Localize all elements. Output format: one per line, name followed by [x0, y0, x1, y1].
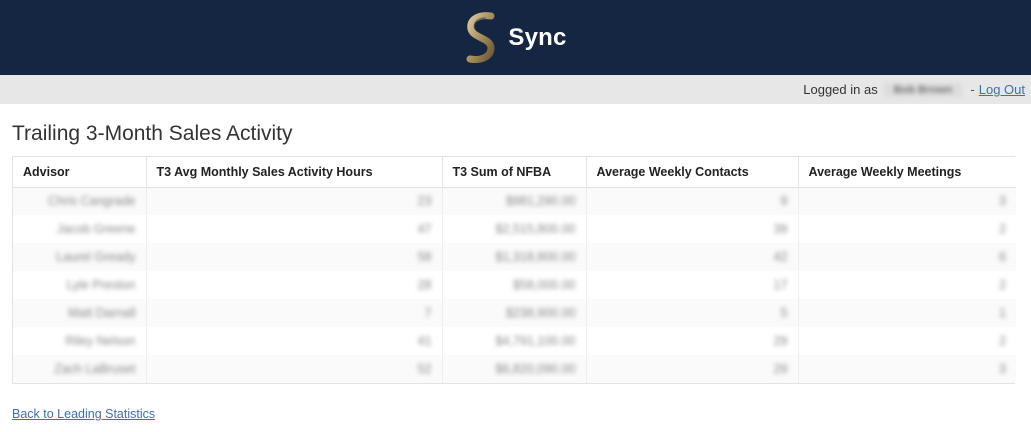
- table-header-row: Advisor T3 Avg Monthly Sales Activity Ho…: [13, 157, 1016, 188]
- table-row: Lyle Preston 28 $58,000.00 17 2: [13, 271, 1016, 299]
- column-header-nfba[interactable]: T3 Sum of NFBA: [442, 157, 587, 188]
- brand-name: Sync: [508, 23, 567, 51]
- weekly-contacts-cell: 9: [586, 187, 799, 215]
- table-row: Laurel Gready 58 $1,318,800.00 42 6: [13, 243, 1016, 271]
- logout-link[interactable]: Log Out: [979, 82, 1025, 97]
- username: Bob Brown: [883, 82, 963, 97]
- nfba-cell: $2,515,800.00: [442, 215, 587, 243]
- weekly-contacts-cell: 39: [586, 215, 799, 243]
- weekly-contacts-cell: 29: [586, 355, 799, 383]
- activity-hours-cell: 47: [146, 215, 443, 243]
- weekly-meetings-cell: 1: [798, 299, 1016, 327]
- logged-in-label: Logged in as: [803, 82, 878, 97]
- user-bar: Logged in as Bob Brown - Log Out: [0, 75, 1031, 104]
- nfba-cell: $4,791,100.00: [442, 327, 587, 355]
- weekly-contacts-cell: 42: [586, 243, 799, 271]
- advisor-cell: Lyle Preston: [13, 271, 147, 299]
- nfba-cell: $1,318,800.00: [442, 243, 587, 271]
- weekly-meetings-cell: 2: [798, 215, 1016, 243]
- nfba-cell: $981,290.00: [442, 187, 587, 215]
- table-row: Chris Cangrade 23 $981,290.00 9 3: [13, 187, 1016, 215]
- column-header-weekly-meetings[interactable]: Average Weekly Meetings: [798, 157, 1016, 188]
- weekly-meetings-cell: 2: [798, 271, 1016, 299]
- advisor-cell: Chris Cangrade: [13, 187, 147, 215]
- separator: -: [970, 82, 975, 97]
- weekly-contacts-cell: 5: [586, 299, 799, 327]
- back-to-leading-statistics-link[interactable]: Back to Leading Statistics: [12, 407, 155, 421]
- sales-activity-table: Advisor T3 Avg Monthly Sales Activity Ho…: [12, 156, 1016, 384]
- column-header-weekly-contacts[interactable]: Average Weekly Contacts: [586, 157, 799, 188]
- column-header-advisor[interactable]: Advisor: [13, 157, 147, 188]
- activity-hours-cell: 58: [146, 243, 443, 271]
- weekly-meetings-cell: 2: [798, 327, 1016, 355]
- nfba-cell: $58,000.00: [442, 271, 587, 299]
- activity-hours-cell: 52: [146, 355, 443, 383]
- advisor-cell: Matt Darnall: [13, 299, 147, 327]
- column-header-activity-hours[interactable]: T3 Avg Monthly Sales Activity Hours: [146, 157, 443, 188]
- advisor-cell: Riley Nelson: [13, 327, 147, 355]
- weekly-meetings-cell: 3: [798, 355, 1016, 383]
- activity-hours-cell: 41: [146, 327, 443, 355]
- weekly-meetings-cell: 3: [798, 187, 1016, 215]
- activity-hours-cell: 7: [146, 299, 443, 327]
- brand[interactable]: Sync: [464, 11, 567, 64]
- app-header: Sync: [0, 0, 1031, 75]
- weekly-meetings-cell: 6: [798, 243, 1016, 271]
- nfba-cell: $238,900.00: [442, 299, 587, 327]
- advisor-cell: Jacob Greene: [13, 215, 147, 243]
- table-row: Riley Nelson 41 $4,791,100.00 29 2: [13, 327, 1016, 355]
- advisor-cell: Laurel Gready: [13, 243, 147, 271]
- table-row: Zach LaBruset 52 $6,820,090.00 29 3: [13, 355, 1016, 383]
- weekly-contacts-cell: 17: [586, 271, 799, 299]
- page-title: Trailing 3-Month Sales Activity: [12, 122, 293, 145]
- activity-hours-cell: 28: [146, 271, 443, 299]
- nfba-cell: $6,820,090.00: [442, 355, 587, 383]
- advisor-cell: Zach LaBruset: [13, 355, 147, 383]
- activity-hours-cell: 23: [146, 187, 443, 215]
- sync-s-logo-icon: [466, 11, 495, 63]
- table-row: Jacob Greene 47 $2,515,800.00 39 2: [13, 215, 1016, 243]
- table-row: Matt Darnall 7 $238,900.00 5 1: [13, 299, 1016, 327]
- weekly-contacts-cell: 29: [586, 327, 799, 355]
